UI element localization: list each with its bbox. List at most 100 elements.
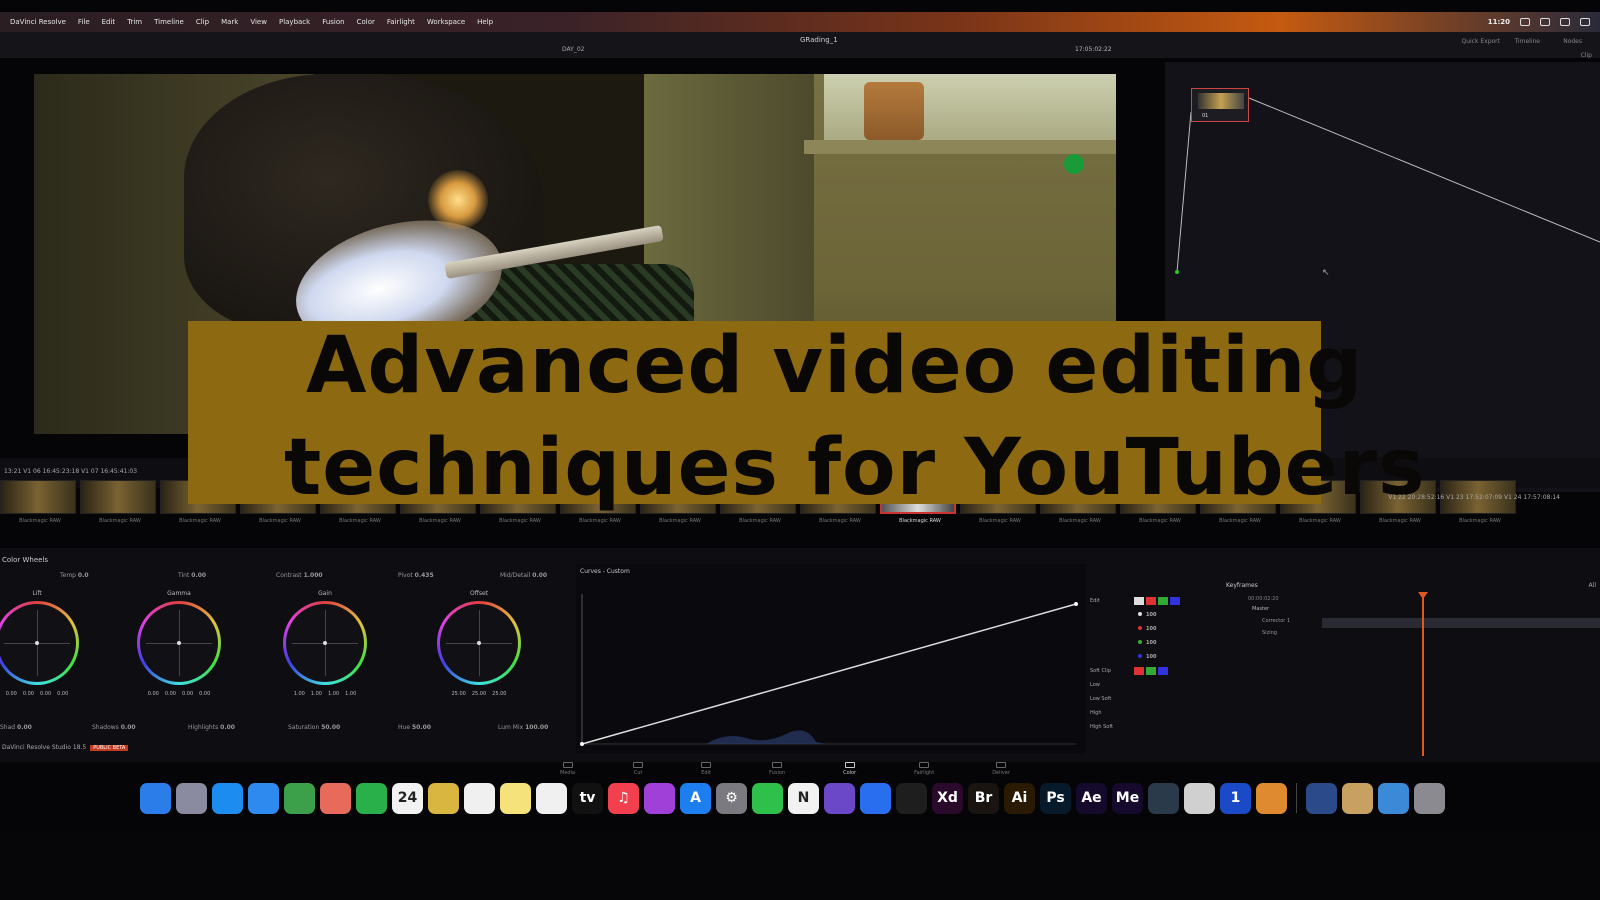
edit-value[interactable]: 100 (1146, 612, 1156, 618)
disk-utility-icon[interactable] (1184, 782, 1215, 814)
param-lum-mix[interactable]: Lum Mix 100.00 (498, 724, 548, 731)
wheel-center-puck[interactable] (323, 641, 327, 645)
playhead-line[interactable] (1422, 596, 1424, 756)
param-highlights[interactable]: Highlights 0.00 (188, 724, 235, 731)
wheel-value[interactable]: 1.00 (328, 691, 339, 697)
menu-item-mark[interactable]: Mark (221, 18, 238, 26)
param-value[interactable]: 100.00 (525, 724, 548, 731)
menu-item-trim[interactable]: Trim (127, 18, 142, 26)
wheel-value[interactable]: 25.00 (472, 691, 486, 697)
wheel-value[interactable]: 1.00 (345, 691, 356, 697)
param-shadows[interactable]: Shadows 0.00 (92, 724, 136, 731)
edit-value[interactable]: 100 (1146, 654, 1156, 660)
trash-icon[interactable] (1414, 782, 1445, 814)
menu-item-fairlight[interactable]: Fairlight (387, 18, 415, 26)
wheel-center-puck[interactable] (177, 641, 181, 645)
menu-item-fusion[interactable]: Fusion (322, 18, 344, 26)
param-pivot[interactable]: Pivot 0.435 (398, 572, 434, 579)
menu-item-playback[interactable]: Playback (279, 18, 310, 26)
app-store-icon[interactable]: A (680, 782, 711, 814)
nodes-button[interactable]: Nodes (1563, 38, 1582, 45)
wheel-value[interactable]: 1.00 (311, 691, 322, 697)
green-channel-button[interactable] (1158, 597, 1168, 605)
param-value[interactable]: 0.00 (191, 572, 206, 579)
param-value[interactable]: 50.00 (412, 724, 431, 731)
adobe-media-encoder-icon[interactable]: Me (1112, 782, 1143, 814)
podcasts-icon[interactable] (644, 782, 675, 814)
keyframes-filter-dropdown[interactable]: All (1589, 582, 1596, 589)
param-hue[interactable]: Hue 50.00 (398, 724, 431, 731)
soft-clip-green-button[interactable] (1146, 667, 1156, 675)
edit-value[interactable]: 100 (1146, 640, 1156, 646)
1password-icon[interactable]: 1 (1220, 782, 1251, 814)
wheel-center-puck[interactable] (477, 641, 481, 645)
launchpad-icon[interactable] (176, 782, 207, 814)
adobe-illustrator-icon[interactable]: Ai (1004, 782, 1035, 814)
curves-graph[interactable] (576, 564, 1086, 754)
clip-thumbnail[interactable] (80, 480, 156, 514)
quick-export-button[interactable]: Quick Export (1461, 38, 1500, 45)
messages-icon[interactable] (752, 782, 783, 814)
spotlight-icon[interactable] (1580, 18, 1590, 26)
wheel-value[interactable]: 1.00 (294, 691, 305, 697)
notes-icon[interactable] (500, 782, 531, 814)
keyframes-track-corrector[interactable]: Corrector 1 (1262, 618, 1290, 624)
clip-thumbnail[interactable] (0, 480, 76, 514)
battery-icon[interactable] (1540, 18, 1550, 26)
corrector-node[interactable]: 01 (1191, 88, 1249, 122)
wheel-center-puck[interactable] (35, 641, 39, 645)
param-value[interactable]: 0.0 (78, 572, 89, 579)
param-value[interactable]: 1.000 (304, 572, 323, 579)
firefox-ish-icon[interactable] (1256, 782, 1287, 814)
soft-clip-row[interactable]: High (1090, 706, 1220, 720)
adobe-xd-icon[interactable]: Xd (932, 782, 963, 814)
keyframes-track-sizing[interactable]: Sizing (1262, 630, 1277, 636)
facetime-icon[interactable] (356, 782, 387, 814)
param-mid-detail[interactable]: Mid/Detail 0.00 (500, 572, 547, 579)
system-settings-icon[interactable]: ⚙ (716, 782, 747, 814)
wheel-value[interactable]: 0.00 (40, 691, 51, 697)
soft-clip-blue-button[interactable] (1158, 667, 1168, 675)
blue-channel-button[interactable] (1170, 597, 1180, 605)
toolbox-icon[interactable] (860, 782, 891, 814)
wheel-ring[interactable] (0, 601, 79, 685)
param-temp[interactable]: Temp 0.0 (60, 572, 89, 579)
photos-icon[interactable] (320, 782, 351, 814)
menu-item-help[interactable]: Help (477, 18, 493, 26)
wheel-value[interactable]: 0.00 (199, 691, 210, 697)
maps-icon[interactable] (284, 782, 315, 814)
soft-clip-row[interactable]: Low (1090, 678, 1220, 692)
keyframes-master-track[interactable] (1322, 618, 1600, 628)
param-value[interactable]: 0.00 (220, 724, 235, 731)
edit-value[interactable]: 100 (1146, 626, 1156, 632)
param-value[interactable]: 0.00 (532, 572, 547, 579)
adobe-photoshop-icon[interactable]: Ps (1040, 782, 1071, 814)
finder-icon[interactable] (140, 782, 171, 814)
obsidian-icon[interactable] (824, 782, 855, 814)
wheel-value[interactable]: 0.00 (182, 691, 193, 697)
downloads-folder-icon[interactable] (1378, 782, 1409, 814)
reminders-icon[interactable] (464, 782, 495, 814)
safari-icon[interactable] (212, 782, 243, 814)
param-shad[interactable]: Shad 0.00 (0, 724, 32, 731)
soft-clip-row[interactable]: Low Soft (1090, 692, 1220, 706)
preview-icon[interactable] (1342, 782, 1373, 814)
wheel-ring[interactable] (283, 601, 367, 685)
calendar-icon[interactable]: 24 (392, 782, 423, 814)
color-wheel-offset[interactable]: Offset 25.00 25.00 25.00 (424, 590, 534, 697)
wheel-ring[interactable] (137, 601, 221, 685)
mail-icon[interactable] (248, 782, 279, 814)
menu-item-clip[interactable]: Clip (196, 18, 209, 26)
soft-clip-row[interactable]: High Soft (1090, 720, 1220, 734)
color-wheel-gamma[interactable]: Gamma 0.00 0.00 0.00 0.00 (124, 590, 234, 697)
menu-item-color[interactable]: Color (357, 18, 375, 26)
menu-item-davinci-resolve[interactable]: DaVinci Resolve (10, 18, 66, 26)
menu-item-view[interactable]: View (250, 18, 267, 26)
freeform-icon[interactable] (536, 782, 567, 814)
menu-item-edit[interactable]: Edit (102, 18, 116, 26)
keyframes-panel[interactable]: Keyframes All 00:00:02:20 Master Correct… (1222, 578, 1600, 768)
param-value[interactable]: 50.00 (321, 724, 340, 731)
curves-editor[interactable]: Curves - Custom (576, 564, 1086, 754)
color-wheel-lift[interactable]: Lift 0.00 0.00 0.00 0.00 (0, 590, 92, 697)
wheel-value[interactable]: 25.00 (452, 691, 466, 697)
